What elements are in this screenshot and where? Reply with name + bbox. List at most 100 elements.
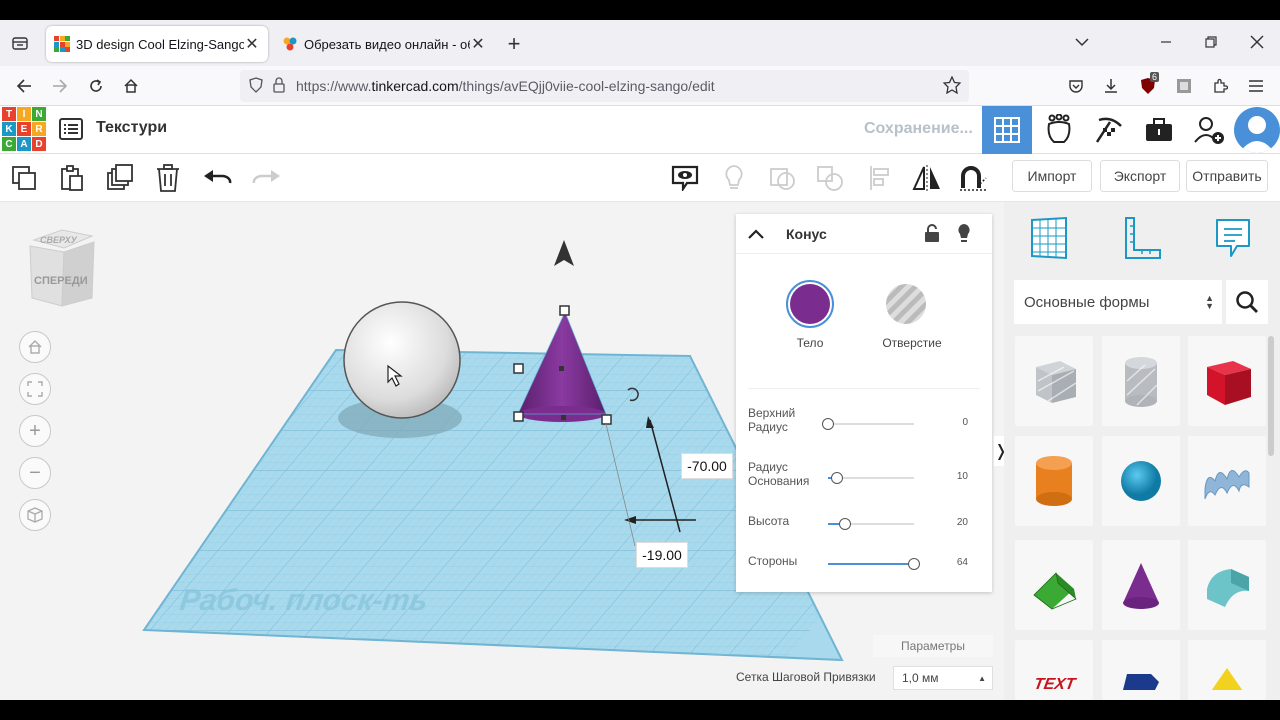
shape-sphere[interactable] <box>1102 436 1180 526</box>
slider-thumb[interactable] <box>908 558 920 570</box>
tinkercad-logo[interactable]: T I N K E R C A D <box>2 107 46 151</box>
align-icon[interactable] <box>864 162 896 194</box>
menu-hamburger-icon[interactable] <box>1240 70 1272 102</box>
dimension-input-y[interactable]: -70.00 <box>681 453 733 479</box>
mirror-flip-icon[interactable] <box>910 162 944 194</box>
notes-comment-icon[interactable] <box>668 162 702 194</box>
collapse-chevron-up-icon[interactable] <box>746 224 766 244</box>
back-icon[interactable] <box>8 70 40 102</box>
export-button[interactable]: Экспорт <box>1100 160 1180 192</box>
slider-value[interactable]: 64 <box>957 557 968 568</box>
shape-roof[interactable] <box>1015 540 1093 630</box>
reload-icon[interactable] <box>80 70 112 102</box>
home-view-icon[interactable] <box>19 331 51 363</box>
pickaxe-bricks-button[interactable] <box>1086 106 1132 154</box>
slider-value[interactable]: 20 <box>957 517 968 528</box>
add-user-button[interactable] <box>1186 106 1232 154</box>
shape-cylinder[interactable] <box>1015 436 1093 526</box>
slider-label: Верхний Радиус <box>748 406 795 434</box>
shape-cone[interactable] <box>1102 540 1180 630</box>
close-window-icon[interactable] <box>1241 26 1273 58</box>
slider-label: Стороны <box>748 554 797 568</box>
close-tab-icon[interactable]: ✕ <box>470 34 486 54</box>
view-cube[interactable]: СВЕРХУ СПЕРЕДИ <box>26 226 98 310</box>
shape-category-value: Основные формы <box>1024 293 1150 311</box>
tab-video-cutter[interactable]: Обрезать видео онлайн - обре ✕ <box>274 26 494 62</box>
logo-letter: E <box>17 122 31 136</box>
logo-letter: A <box>17 137 31 151</box>
close-tab-icon[interactable]: ✕ <box>244 34 260 54</box>
delete-trash-icon[interactable] <box>152 162 184 194</box>
ungroup-icon[interactable] <box>814 162 846 194</box>
perspective-cube-icon[interactable] <box>19 499 51 531</box>
group-icon[interactable] <box>766 162 798 194</box>
zoom-in-icon[interactable]: + <box>19 415 51 447</box>
url-bar[interactable]: https://www. tinkercad.com/things/avEQjj0… <box>240 70 969 102</box>
parameters-button[interactable]: Параметры <box>873 635 993 657</box>
slider-thumb[interactable] <box>830 472 843 484</box>
minimize-icon[interactable] <box>1150 26 1182 58</box>
slider-thumb[interactable] <box>822 418 834 430</box>
new-tab-icon[interactable]: + <box>498 28 530 60</box>
toolbox-button[interactable] <box>1136 106 1182 154</box>
snap-grid-select[interactable]: 1,0 мм ▲ <box>893 666 993 690</box>
ruler-tool-icon[interactable] <box>1118 214 1164 262</box>
shape-scribble[interactable] <box>1188 436 1266 526</box>
slider-value[interactable]: 0 <box>962 417 968 428</box>
shape-text-label: TEXT <box>1032 676 1077 693</box>
duplicate-icon[interactable] <box>104 162 136 194</box>
solid-color-swatch[interactable] <box>786 280 834 328</box>
slider-value[interactable]: 10 <box>957 471 968 482</box>
list-tabs-chevron-icon[interactable] <box>1066 26 1098 58</box>
redo-icon[interactable] <box>250 162 282 194</box>
paste-icon[interactable] <box>56 162 88 194</box>
3d-view-grid-button[interactable] <box>982 106 1032 154</box>
show-lightbulb-icon[interactable] <box>718 162 750 194</box>
workplane-tool-icon[interactable] <box>1026 214 1072 262</box>
shape-text[interactable]: TEXT <box>1015 640 1093 700</box>
zoom-out-icon[interactable]: − <box>19 457 51 489</box>
notes-tool-icon[interactable] <box>1210 214 1256 262</box>
search-shapes-icon[interactable] <box>1226 280 1268 324</box>
hole-swatch[interactable] <box>886 284 926 324</box>
bookmark-star-icon[interactable] <box>942 74 962 97</box>
dimension-input-x[interactable]: -19.00 <box>636 542 688 568</box>
forward-icon[interactable] <box>44 70 76 102</box>
send-to-button[interactable]: Отправить <box>1186 160 1268 192</box>
lock-icon <box>272 76 286 96</box>
shape-box-hole[interactable] <box>1015 336 1093 426</box>
cruise-magnet-icon[interactable] <box>956 162 992 194</box>
fit-view-icon[interactable] <box>19 373 51 405</box>
design-list-icon[interactable] <box>58 116 84 142</box>
unlock-icon[interactable] <box>922 222 942 244</box>
design-title[interactable]: Текстури <box>96 119 167 137</box>
tab-tinkercad[interactable]: 3D design Cool Elzing-Sango | T ✕ <box>46 26 268 62</box>
tab-overview-icon[interactable] <box>4 27 36 59</box>
ublock-extension-icon[interactable]: 6 <box>1132 70 1164 102</box>
slider-label-line1: Стороны <box>748 554 798 568</box>
import-button[interactable]: Импорт <box>1012 160 1092 192</box>
slider-thumb[interactable] <box>839 518 852 530</box>
user-avatar[interactable] <box>1234 107 1280 153</box>
shape-round-roof[interactable] <box>1188 540 1266 630</box>
url-domain: tinkercad.com <box>371 78 459 94</box>
shape-category-select[interactable]: Основные формы ▲ ▼ <box>1014 280 1222 324</box>
copy-icon[interactable] <box>8 162 40 194</box>
restore-icon[interactable] <box>1195 26 1227 58</box>
home-icon[interactable] <box>115 70 147 102</box>
shapes-scrollbar[interactable] <box>1268 336 1274 456</box>
shape-prism[interactable] <box>1102 640 1180 700</box>
extensions-puzzle-icon[interactable] <box>1204 70 1236 102</box>
shape-pyramid[interactable] <box>1188 640 1266 700</box>
downloads-icon[interactable] <box>1095 70 1127 102</box>
shape-cylinder-hole[interactable] <box>1102 336 1180 426</box>
blocks-hand-button[interactable] <box>1036 106 1082 154</box>
extension-image-icon[interactable] <box>1168 70 1200 102</box>
shield-icon <box>248 76 264 96</box>
undo-icon[interactable] <box>202 162 234 194</box>
pocket-icon[interactable] <box>1060 70 1092 102</box>
inspector-title: Конус <box>786 226 827 242</box>
visibility-lightbulb-icon[interactable] <box>954 222 974 244</box>
shape-box[interactable] <box>1188 336 1266 426</box>
slider-track[interactable] <box>828 423 914 425</box>
